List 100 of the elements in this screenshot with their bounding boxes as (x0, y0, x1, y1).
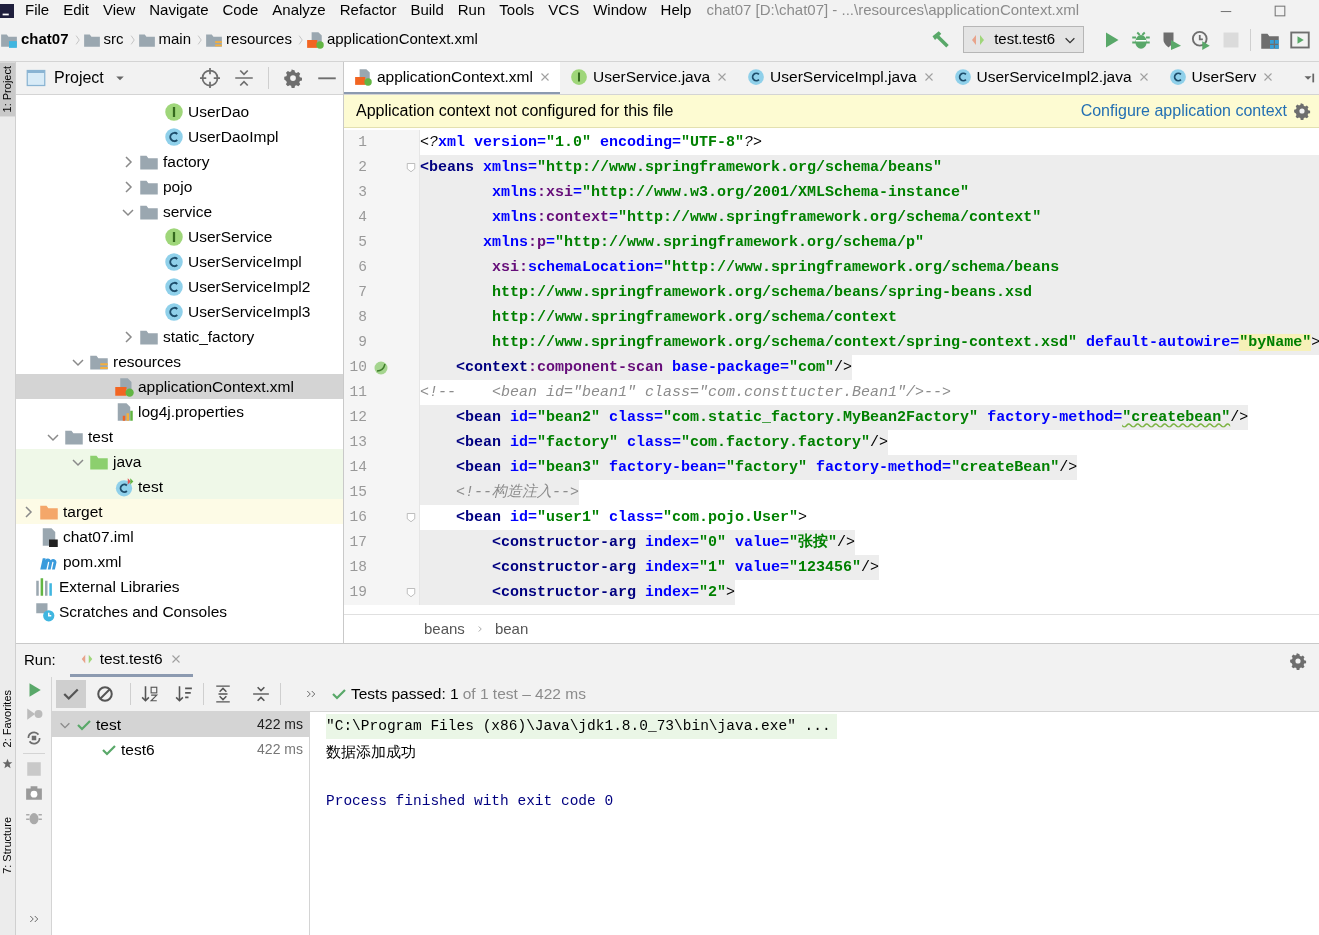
menu-item[interactable]: Edit (56, 2, 97, 18)
tool-window-tab[interactable]: 7: Structure (0, 812, 15, 878)
path-item[interactable]: bean (494, 617, 529, 641)
menu-item[interactable]: Tools (492, 2, 542, 18)
tree-item[interactable]: UserDaoImpl (16, 124, 343, 149)
tree-item[interactable]: java (16, 449, 343, 474)
profiler-icon (1191, 29, 1211, 50)
sort-by-duration-icon[interactable] (175, 685, 193, 703)
menu-item[interactable]: File (18, 2, 57, 18)
panel-label: Run: (24, 650, 56, 671)
locate-icon[interactable] (200, 68, 220, 88)
menu-item[interactable]: VCS (541, 2, 587, 18)
tree-item[interactable]: static_factory (16, 324, 343, 349)
line-number: 5 (357, 232, 367, 252)
more-icon[interactable] (27, 913, 40, 925)
tree-item[interactable]: log4j.properties (16, 399, 343, 424)
interface-icon (569, 68, 588, 86)
line-number: 17 (348, 532, 367, 552)
menu-item[interactable]: Code (215, 2, 266, 18)
tree-item[interactable]: applicationContext.xml (16, 374, 343, 399)
tree-item[interactable]: chat07.iml (16, 524, 343, 549)
menu-item[interactable]: Build (403, 2, 451, 18)
console-output: 数据添加成功 (326, 742, 416, 762)
banner-message: Application context not configured for this file (356, 101, 674, 121)
menu-item[interactable]: Help (653, 2, 699, 18)
tree-item[interactable]: UserServiceImpl2 (16, 274, 343, 299)
editor-tab[interactable]: UserServiceImpl2.java (943, 62, 1159, 94)
collapse-all-icon[interactable] (252, 685, 270, 703)
editor-tab[interactable]: UserService.java (559, 62, 738, 94)
expand-all-icon[interactable] (214, 685, 232, 703)
line-number: 19 (348, 582, 367, 602)
test-item[interactable]: test6 422 ms (52, 737, 309, 762)
tree-item[interactable]: pom.xml (16, 549, 343, 574)
xml-file-icon (114, 376, 134, 397)
run-window-icon (1290, 29, 1310, 50)
menu-item[interactable]: View (96, 2, 143, 18)
settings-icon[interactable] (1289, 651, 1307, 670)
menu-item[interactable]: Run (450, 2, 493, 18)
tree-item[interactable]: service (16, 199, 343, 224)
breadcrumb-item[interactable]: src (82, 28, 128, 51)
scratches-icon (35, 601, 55, 622)
maximize-icon[interactable] (1273, 4, 1287, 18)
tree-item[interactable]: External Libraries (16, 574, 343, 599)
editor-tab[interactable]: applicationContext.xml (344, 62, 560, 94)
editor-tab[interactable]: UserServ (1158, 62, 1284, 94)
run-tab[interactable]: test.test6 (69, 644, 193, 677)
line-number: 1 (357, 132, 367, 152)
tree-item[interactable]: Scratches and Consoles (16, 599, 343, 624)
interface-icon (164, 101, 184, 122)
view-dropdown[interactable]: Project (54, 66, 126, 90)
tree-item[interactable]: test (16, 474, 343, 499)
tree-item[interactable]: pojo (16, 174, 343, 199)
class-icon (164, 251, 184, 272)
tree-item[interactable]: test (16, 424, 343, 449)
editor-tab[interactable]: UserServiceImpl.java (737, 62, 944, 94)
class-icon (953, 68, 972, 86)
tree-item[interactable]: UserServiceImpl3 (16, 299, 343, 324)
star-icon (2, 757, 13, 769)
class-icon (164, 126, 184, 147)
menu-item[interactable]: Window (586, 2, 654, 18)
line-number: 11 (348, 382, 367, 402)
collapse-all-icon[interactable] (234, 68, 254, 88)
menu-item[interactable]: Navigate (142, 2, 216, 18)
breadcrumb-item[interactable]: applicationContext.xml (305, 28, 482, 51)
tree-item[interactable]: resources (16, 349, 343, 374)
fold-icon[interactable] (405, 161, 417, 174)
line-number: 10 (348, 357, 367, 377)
path-item[interactable]: beans (424, 617, 465, 641)
menu-item[interactable]: Refactor (332, 2, 404, 18)
breadcrumb-item[interactable]: resources (205, 28, 296, 51)
cancel-icon (96, 685, 114, 703)
fold-icon[interactable] (405, 511, 417, 524)
tree-item[interactable]: target (16, 499, 343, 524)
filter-toggle[interactable] (56, 680, 86, 708)
more-icon[interactable] (305, 688, 317, 700)
test-item[interactable]: test 422 ms (52, 712, 309, 737)
tree-item[interactable]: UserServiceImpl (16, 249, 343, 274)
tree-item[interactable]: factory (16, 149, 343, 174)
tree-item[interactable]: UserService (16, 224, 343, 249)
breadcrumb-item[interactable]: main (137, 28, 196, 51)
line-number: 8 (357, 307, 367, 327)
run-configuration-dropdown[interactable]: test.test6 (963, 26, 1084, 53)
settings-icon[interactable] (1293, 102, 1311, 120)
line-number: 14 (348, 457, 367, 477)
settings-icon[interactable] (283, 68, 303, 88)
configure-link[interactable]: Configure application context (1080, 99, 1287, 123)
camera-icon[interactable] (24, 784, 43, 802)
sort-alphabetically-icon[interactable] (141, 685, 159, 703)
breadcrumb-item[interactable]: chat07 (0, 28, 73, 51)
line-number: 2 (357, 157, 367, 177)
xml-file-icon (354, 68, 372, 86)
bean-icon[interactable] (373, 359, 389, 376)
hammer-icon (930, 29, 951, 50)
menu-item[interactable]: Analyze (265, 2, 333, 18)
tree-item[interactable]: UserDao (16, 99, 343, 124)
tool-window-tab[interactable]: 2: Favorites (0, 686, 15, 752)
line-number: 6 (357, 257, 367, 277)
tool-window-tab[interactable]: 1: Project (0, 62, 15, 117)
line-number: 15 (348, 482, 367, 502)
fold-icon[interactable] (405, 586, 417, 599)
